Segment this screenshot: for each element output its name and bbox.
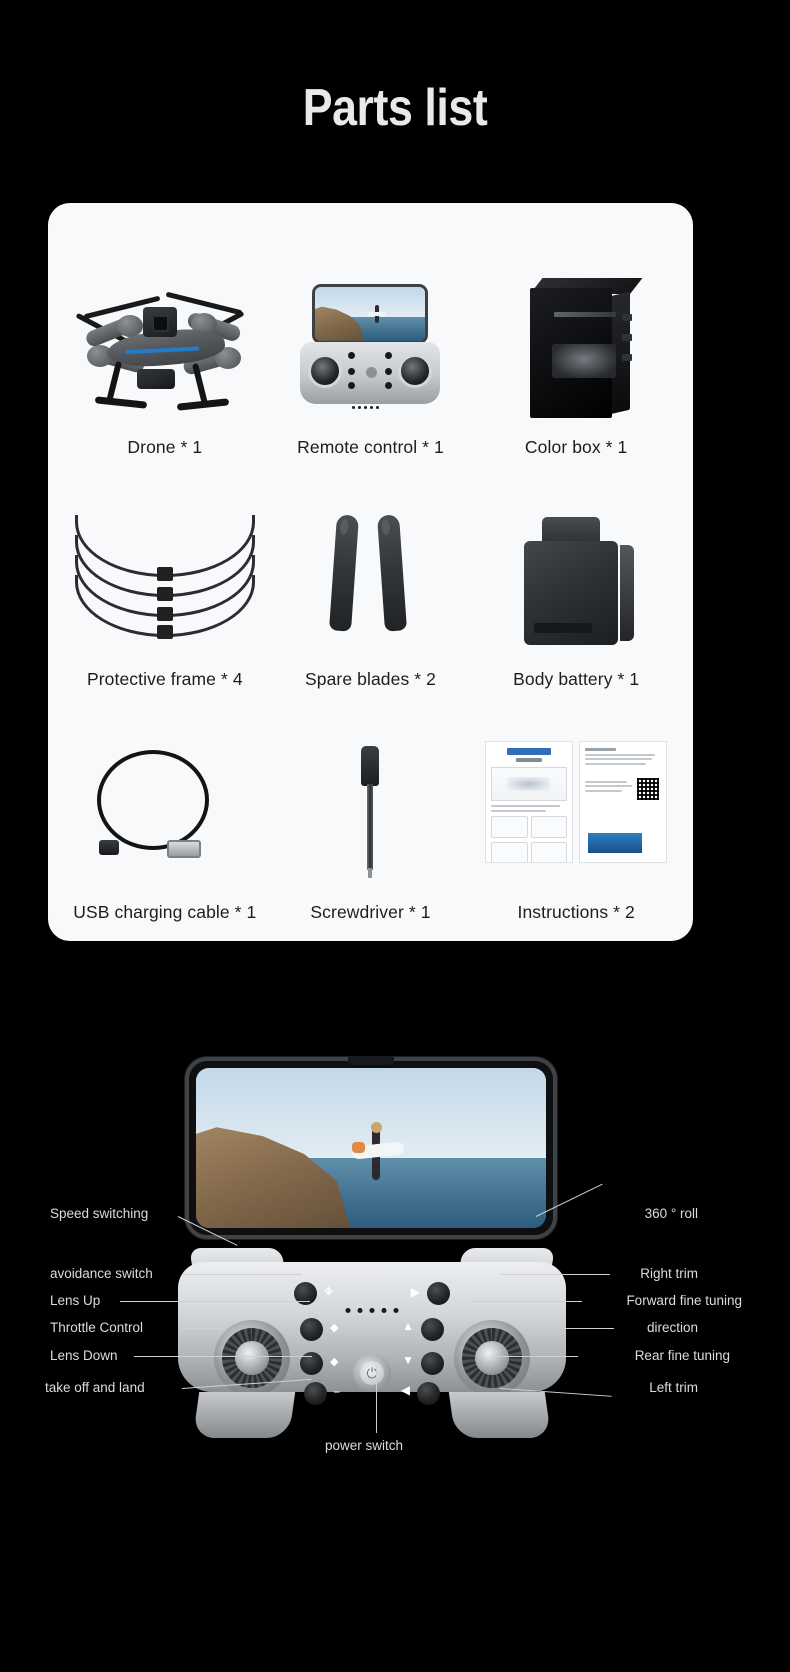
callout-lens-down: Lens Down <box>50 1348 118 1363</box>
callout-right-trim: Right trim <box>640 1266 698 1281</box>
part-item-remote-control: Remote control * 1 <box>268 225 474 458</box>
remote-shell: ✥ ▶ ◆ ◆ ⎯ ▲ ▼ ◀ ⏻ <box>178 1262 566 1405</box>
avoidance-switch-button[interactable] <box>300 1318 323 1341</box>
leader-line-direction <box>560 1328 614 1329</box>
callout-takeoff-land: take off and land <box>45 1380 145 1395</box>
manual-page-back <box>579 741 668 863</box>
color-box-icon <box>473 275 679 423</box>
part-item-color-box: Color box * 1 <box>473 225 679 458</box>
part-label: USB charging cable * 1 <box>73 902 257 922</box>
part-item-screwdriver: Screwdriver * 1 <box>268 690 474 923</box>
part-label: Screwdriver * 1 <box>310 902 431 922</box>
part-label: Drone * 1 <box>127 436 203 457</box>
phone-mockup <box>185 1057 557 1239</box>
360-roll-button[interactable] <box>427 1282 450 1305</box>
part-label: Color box * 1 <box>524 436 628 457</box>
grip-left <box>192 1392 296 1438</box>
leader-line-forward-fine-tuning <box>470 1301 582 1302</box>
left-arrow-icon: ◀ <box>400 1383 410 1397</box>
propeller-guard-icon <box>62 507 268 655</box>
callout-lens-up: Lens Up <box>50 1293 101 1308</box>
forward-arrow-icon: ▲ <box>402 1319 414 1333</box>
screwdriver-icon <box>268 740 474 888</box>
lens-down-button[interactable] <box>304 1382 327 1405</box>
leader-line-right-trim <box>500 1274 610 1275</box>
qr-code-icon <box>637 778 660 800</box>
lens-diamond-icon: ◆ <box>330 1356 339 1368</box>
callout-forward-fine-tuning: Forward fine tuning <box>626 1293 742 1308</box>
usb-cable-icon <box>62 740 268 888</box>
parts-list-card: Drone * 1 Remote control * 1 Color box *… <box>48 203 693 941</box>
part-item-usb-cable: USB charging cable * 1 <box>62 690 268 923</box>
grip-right <box>448 1392 552 1438</box>
part-label: Instructions * 2 <box>517 902 635 922</box>
controller-diagram: ✥ ▶ ◆ ◆ ⎯ ▲ ▼ ◀ ⏻ Speed switching avoida… <box>0 1020 790 1520</box>
phone-notch <box>348 1057 394 1065</box>
part-item-spare-blades: Spare blades * 2 <box>268 458 474 691</box>
right-joystick[interactable] <box>454 1320 530 1396</box>
product-detail-page: Parts list Drone * 1 Remote control * 1 … <box>0 0 790 1672</box>
leader-line-rear-fine-tuning <box>490 1356 578 1357</box>
callout-speed-switching: Speed switching <box>50 1206 149 1221</box>
takeoff-land-icon: ⎯ <box>334 1386 340 1398</box>
power-switch-button[interactable]: ⏻ <box>353 1354 391 1392</box>
callout-rear-fine-tuning: Rear fine tuning <box>634 1348 730 1363</box>
leader-line-lens-up <box>120 1301 310 1302</box>
part-label: Spare blades * 2 <box>304 669 436 690</box>
part-item-body-battery: Body battery * 1 <box>473 458 679 691</box>
leader-line-avoidance-switch <box>182 1274 302 1275</box>
remote-control-icon <box>268 275 474 423</box>
rear-arrow-icon: ▼ <box>402 1353 414 1367</box>
part-label: Remote control * 1 <box>297 436 444 457</box>
callout-avoidance-switch: avoidance switch <box>50 1266 153 1281</box>
power-icon: ⏻ <box>360 1361 384 1385</box>
leader-line-power-switch <box>376 1365 377 1433</box>
roll-arrow-icon: ▶ <box>410 1285 420 1299</box>
phone-screen <box>196 1068 546 1228</box>
callout-left-trim: Left trim <box>649 1380 698 1395</box>
manual-page-front <box>485 741 574 863</box>
part-item-instructions: Instructions * 2 <box>473 690 679 923</box>
avoidance-diamond-icon: ◆ <box>330 1322 339 1334</box>
part-label: Protective frame * 4 <box>86 669 243 690</box>
part-item-protective-frame: Protective frame * 4 <box>62 458 268 691</box>
led-indicators <box>345 1308 399 1313</box>
forward-trim-button[interactable] <box>421 1318 444 1341</box>
battery-icon <box>473 507 679 655</box>
manual-icon <box>473 740 679 888</box>
leader-line-lens-down <box>134 1356 312 1357</box>
callout-360-roll: 360 ° roll <box>644 1206 698 1221</box>
leader-line-throttle-control <box>180 1328 222 1329</box>
parts-grid: Drone * 1 Remote control * 1 Color box *… <box>48 203 693 941</box>
page-title: Parts list <box>302 79 488 137</box>
callout-power-switch: power switch <box>325 1438 404 1453</box>
drone-icon <box>62 275 268 423</box>
part-label: Body battery * 1 <box>513 669 640 690</box>
spare-blades-icon <box>268 507 474 655</box>
callout-throttle-control: Throttle Control <box>50 1320 144 1335</box>
part-item-drone: Drone * 1 <box>62 225 268 458</box>
speed-switch-icon: ✥ <box>324 1286 334 1298</box>
rear-trim-button[interactable] <box>421 1352 444 1375</box>
left-trim-button[interactable] <box>417 1382 440 1405</box>
callout-direction: direction <box>646 1320 698 1335</box>
